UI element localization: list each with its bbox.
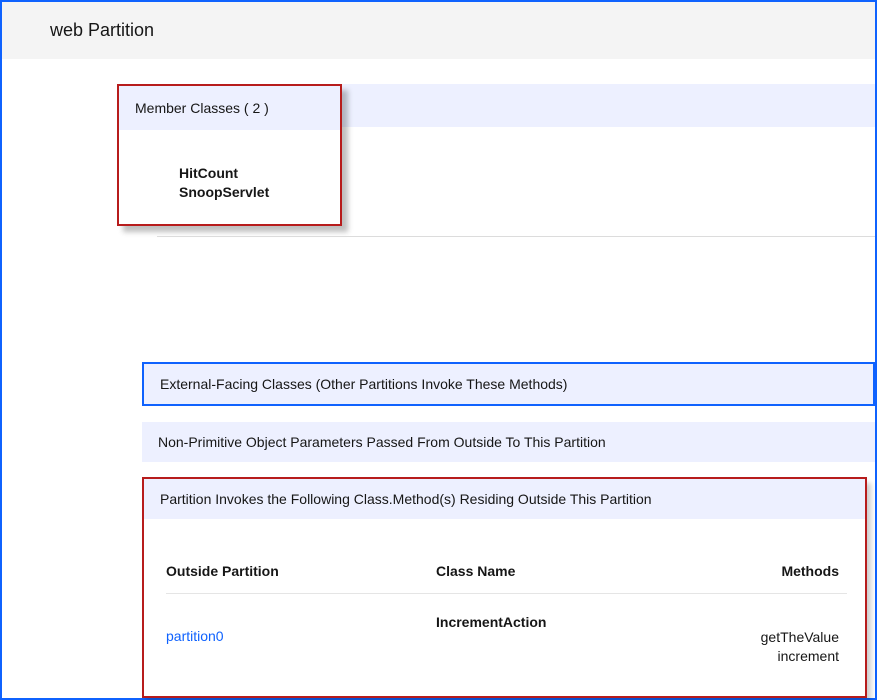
invokes-header-label: Partition Invokes the Following Class.Me… xyxy=(160,491,652,507)
member-classes-panel: Member Classes ( 2 ) HitCount SnoopServl… xyxy=(117,84,342,226)
member-classes-header[interactable]: Member Classes ( 2 ) xyxy=(119,86,340,130)
column-header-methods: Methods xyxy=(736,563,847,579)
external-facing-panel[interactable]: External-Facing Classes (Other Partition… xyxy=(142,362,875,406)
column-header-partition: Outside Partition xyxy=(166,563,436,579)
cell-class-name: IncrementAction xyxy=(436,614,736,630)
invokes-panel: Partition Invokes the Following Class.Me… xyxy=(142,477,867,698)
member-class-item: HitCount xyxy=(179,164,324,183)
method-item: getTheValue xyxy=(736,628,839,647)
table-header-row: Outside Partition Class Name Methods xyxy=(166,551,847,594)
member-classes-list: HitCount SnoopServlet xyxy=(119,130,340,224)
partition-link[interactable]: partition0 xyxy=(166,628,224,644)
page-title: web Partition xyxy=(50,20,154,40)
table-row: partition0 IncrementAction getTheValue i… xyxy=(166,594,847,678)
non-primitive-header: Non-Primitive Object Parameters Passed F… xyxy=(142,422,875,462)
column-header-class: Class Name xyxy=(436,563,736,579)
method-item: increment xyxy=(736,647,839,666)
external-facing-header: External-Facing Classes (Other Partition… xyxy=(144,364,873,404)
cell-outside-partition: partition0 xyxy=(166,614,436,644)
divider xyxy=(157,236,875,237)
invokes-header[interactable]: Partition Invokes the Following Class.Me… xyxy=(144,479,865,519)
cell-methods: getTheValue increment xyxy=(736,614,847,666)
external-facing-label: External-Facing Classes (Other Partition… xyxy=(160,376,567,392)
member-classes-header-label: Member Classes ( 2 ) xyxy=(135,100,269,116)
page-title-bar: web Partition xyxy=(2,2,875,59)
non-primitive-panel[interactable]: Non-Primitive Object Parameters Passed F… xyxy=(142,422,875,462)
member-class-item: SnoopServlet xyxy=(179,183,324,202)
invokes-table: Outside Partition Class Name Methods par… xyxy=(144,519,865,678)
non-primitive-label: Non-Primitive Object Parameters Passed F… xyxy=(158,434,606,450)
